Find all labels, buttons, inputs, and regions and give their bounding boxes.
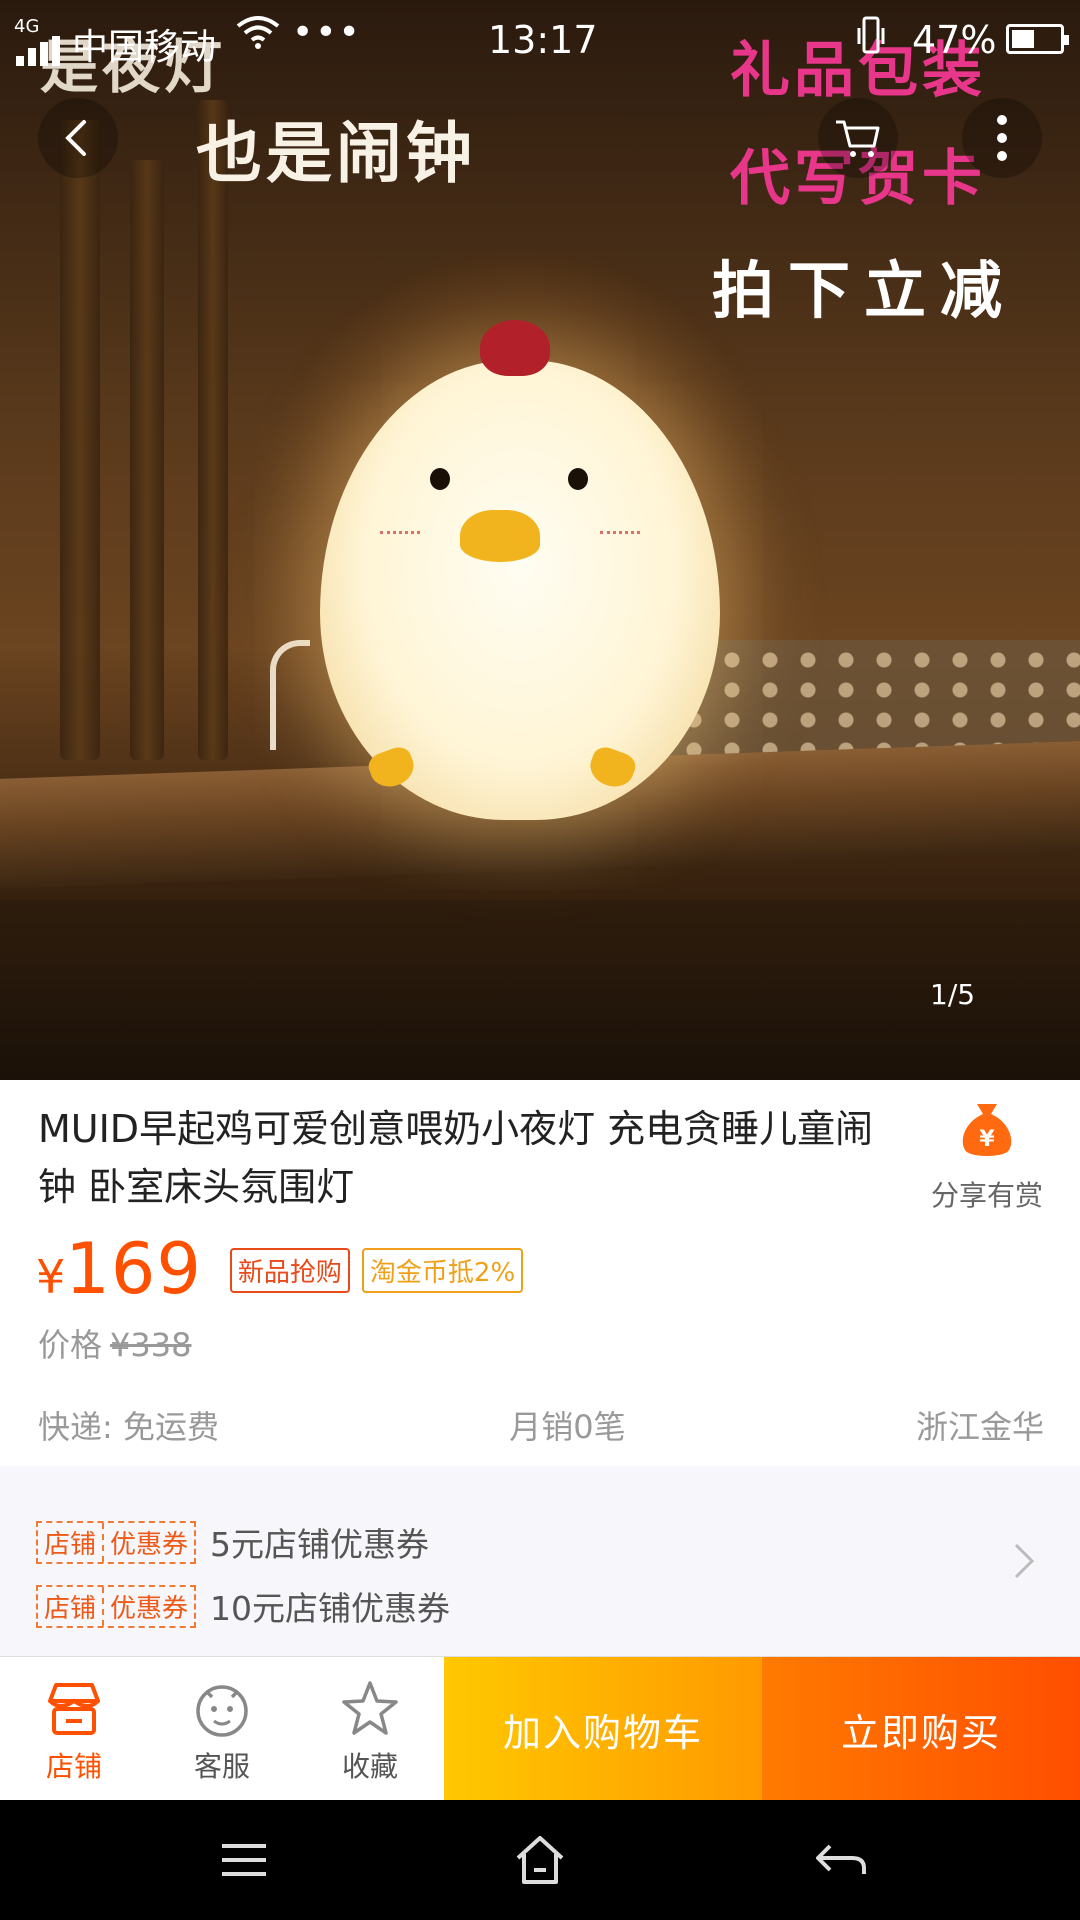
- chick-eye-right: [568, 468, 588, 490]
- menu-icon: [222, 1844, 266, 1876]
- cart-icon: [836, 120, 880, 157]
- coupon-text: 10元店铺优惠券: [210, 1589, 451, 1628]
- star-icon: [342, 1681, 398, 1735]
- product-meta: 快递: 免运费 月销0笔 浙江金华: [38, 1402, 1044, 1448]
- product-title: MUID早起鸡可爱创意喂奶小夜灯 充电贪睡儿童闹钟 卧室床头氛围灯: [38, 1107, 874, 1209]
- product-image-carousel[interactable]: 是夜灯 也是闹钟 礼品包装 代写贺卡 拍下立减 1/5: [0, 0, 1080, 1080]
- battery-icon: [1006, 24, 1069, 54]
- home-button[interactable]: [500, 1830, 580, 1890]
- customer-service-button[interactable]: 客服: [148, 1657, 296, 1801]
- chick-body: [320, 360, 720, 820]
- coupon-item[interactable]: 店铺 优惠券 10元店铺优惠券: [36, 1582, 450, 1630]
- more-notifications-icon: •••: [292, 12, 362, 53]
- bottom-action-bar: 店铺 客服 收藏 加入购物车 立即购买: [0, 1656, 1080, 1801]
- signal-icon: [16, 36, 62, 66]
- price-currency: ¥: [36, 1250, 66, 1304]
- shipping-info: 快递: 免运费: [38, 1408, 219, 1446]
- return-icon: [816, 1844, 866, 1874]
- product-info: MUID早起鸡可爱创意喂奶小夜灯 充电贪睡儿童闹钟 卧室床头氛围灯 ¥ 分享有赏…: [0, 1080, 1080, 1466]
- coupon-item[interactable]: 店铺 优惠券 5元店铺优惠券: [36, 1518, 429, 1566]
- coupon-badge: 店铺 优惠券: [36, 1584, 197, 1628]
- price-value: 169: [65, 1228, 202, 1310]
- bamboo-decoration: [198, 100, 228, 760]
- more-vertical-icon: [997, 115, 1007, 161]
- promo-tag-coin: 淘金币抵2%: [361, 1248, 524, 1293]
- coupon-text: 5元店铺优惠券: [210, 1525, 430, 1564]
- chevron-right-icon[interactable]: [1012, 1538, 1036, 1592]
- carrier-name: 中国移动: [72, 27, 217, 68]
- coupon-badge-store: 店铺: [44, 1529, 97, 1560]
- coupon-badge-type: 优惠券: [102, 1522, 194, 1562]
- svg-text:¥: ¥: [979, 1127, 995, 1152]
- coupon-badge: 店铺 优惠券: [36, 1520, 197, 1564]
- battery-percent: 47%: [912, 18, 997, 62]
- wifi-icon: [236, 14, 280, 60]
- image-overlay-text: 也是闹钟: [196, 115, 476, 192]
- store-button[interactable]: 店铺: [0, 1657, 148, 1801]
- coupon-badge-type: 优惠券: [102, 1586, 194, 1626]
- price-row: ¥ 169 新品抢购 淘金币抵2%: [36, 1228, 535, 1310]
- bamboo-decoration: [130, 160, 164, 760]
- image-overlay-text: 拍下立减: [712, 254, 1017, 327]
- original-price-label: 价格: [38, 1326, 103, 1364]
- chick-beak: [460, 510, 540, 562]
- favorite-button[interactable]: 收藏: [296, 1657, 444, 1801]
- chick-night-light: [300, 320, 740, 830]
- coupon-badge-store: 店铺: [44, 1593, 97, 1624]
- status-bar: 4G 中国移动 ••• 13:17 47%: [0, 0, 1080, 78]
- network-type: 4G: [14, 16, 40, 37]
- back-button[interactable]: [38, 98, 118, 178]
- back-arrow-icon: [65, 120, 86, 156]
- buy-now-button[interactable]: 立即购买: [762, 1657, 1080, 1801]
- smiley-face-icon: [196, 1685, 248, 1737]
- image-counter: 1/5: [930, 978, 976, 1011]
- service-label: 客服: [193, 1750, 250, 1783]
- system-back-button[interactable]: [800, 1830, 880, 1890]
- chick-blush-left: [380, 520, 420, 534]
- original-price-row: 价格 ¥338: [38, 1320, 191, 1366]
- system-nav-bar: [0, 1800, 1080, 1920]
- store-label: 店铺: [45, 1750, 102, 1783]
- coupon-section[interactable]: 店铺 优惠券 5元店铺优惠券 店铺 优惠券 10元店铺优惠券: [0, 1466, 1080, 1656]
- more-button[interactable]: [962, 98, 1042, 178]
- vibrate-icon: [856, 16, 886, 65]
- monthly-sales: 月销0笔: [509, 1408, 626, 1446]
- cart-button[interactable]: [818, 98, 898, 178]
- home-icon: [516, 1836, 564, 1884]
- chick-eye-left: [430, 468, 450, 490]
- money-bag-icon: ¥: [962, 1104, 1012, 1156]
- bamboo-decoration: [60, 120, 100, 760]
- chick-blush-right: [600, 520, 640, 534]
- chick-comb: [480, 320, 550, 376]
- promo-tag-new: 新品抢购: [229, 1248, 350, 1293]
- share-reward-button[interactable]: ¥ 分享有赏: [912, 1100, 1062, 1214]
- add-to-cart-button[interactable]: 加入购物车: [444, 1657, 762, 1801]
- favorite-label: 收藏: [341, 1750, 398, 1783]
- original-price: ¥338: [110, 1326, 192, 1364]
- clock: 13:17: [488, 18, 598, 62]
- share-label: 分享有赏: [930, 1179, 1043, 1212]
- store-icon: [48, 1683, 100, 1735]
- ship-location: 浙江金华: [915, 1408, 1044, 1446]
- wood-shelf-lower: [0, 900, 1080, 1080]
- menu-button[interactable]: [204, 1830, 284, 1890]
